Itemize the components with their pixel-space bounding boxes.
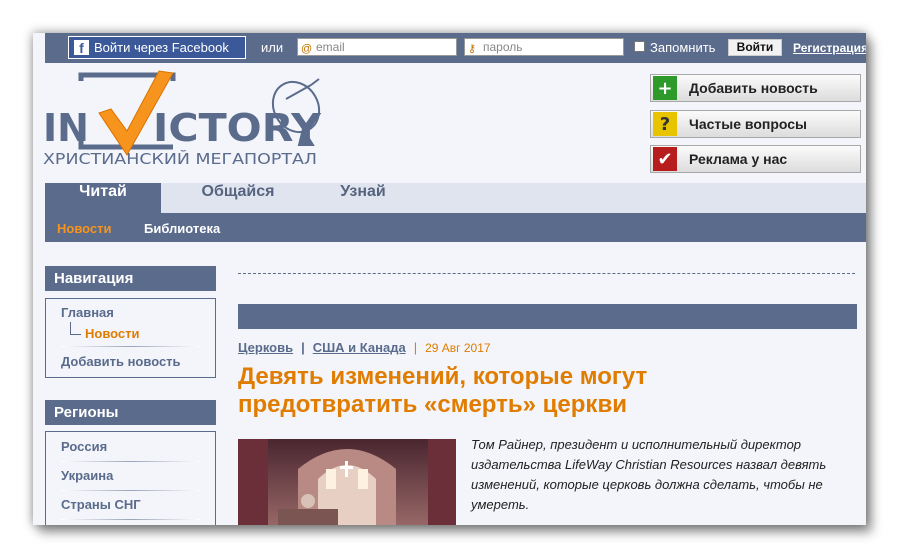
plus-icon: + xyxy=(653,76,677,100)
add-news-label: Добавить новость xyxy=(689,80,818,96)
article-photo[interactable] xyxy=(238,439,456,525)
logo-wordmark-right: ICTORY xyxy=(153,106,322,150)
regions-box: Россия Украина Страны СНГ xyxy=(45,431,216,525)
faq-button[interactable]: ? Частые вопросы xyxy=(650,110,861,138)
region-item-ukraine[interactable]: Украина xyxy=(61,468,113,483)
checkmark-icon: ✔ xyxy=(653,147,677,171)
remember-checkbox[interactable] xyxy=(634,41,645,52)
subnav-library[interactable]: Библиотека xyxy=(144,221,220,236)
at-icon: @ xyxy=(301,43,313,55)
category-link[interactable]: Церковь xyxy=(238,340,293,355)
invictory-logo[interactable]: IN ICTORY ХРИСТИАНСКИЙ МЕГАПОРТАЛ xyxy=(41,67,331,179)
meta-separator: | xyxy=(301,340,305,355)
subnav-news[interactable]: Новости xyxy=(57,221,112,236)
divider xyxy=(61,346,201,347)
login-bar: f Войти через Facebook или @ email ⚷ пар… xyxy=(45,33,866,63)
divider xyxy=(61,461,201,462)
tab-learn[interactable]: Узнай xyxy=(321,183,405,213)
dashed-divider xyxy=(238,273,855,274)
email-placeholder: email xyxy=(316,40,345,54)
region-item-russia[interactable]: Россия xyxy=(61,439,107,454)
region-link[interactable]: США и Канада xyxy=(313,340,406,355)
key-icon: ⚷ xyxy=(468,43,477,55)
browser-viewport: f Войти через Facebook или @ email ⚷ пар… xyxy=(33,33,866,525)
article-lead: Том Райнер, президент и исполнительный д… xyxy=(471,437,827,512)
tab-communicate[interactable]: Общайся xyxy=(185,183,291,213)
email-input[interactable]: @ email xyxy=(297,38,457,56)
question-icon: ? xyxy=(653,112,677,136)
register-link[interactable]: Регистрация xyxy=(793,41,866,55)
faq-label: Частые вопросы xyxy=(689,116,807,132)
ads-button[interactable]: ✔ Реклама у нас xyxy=(650,145,861,173)
article-meta: Церковь | США и Канада | 29 Авг 2017 xyxy=(238,340,491,355)
tab-read[interactable]: Читай xyxy=(45,183,161,213)
sub-nav: Новости Библиотека xyxy=(45,213,866,242)
regions-heading: Регионы xyxy=(45,400,216,425)
meta-separator: | xyxy=(413,340,418,355)
facebook-icon: f xyxy=(74,40,89,55)
nav-item-add-news[interactable]: Добавить новость xyxy=(61,354,181,369)
divider xyxy=(61,490,201,491)
or-label: или xyxy=(261,40,284,55)
nav-item-home[interactable]: Главная xyxy=(61,305,114,320)
nav-item-news[interactable]: Новости xyxy=(85,326,140,341)
navigation-heading: Навигация xyxy=(45,266,216,291)
login-button[interactable]: Войти xyxy=(728,39,782,56)
logo-tagline: ХРИСТИАНСКИЙ МЕГАПОРТАЛ xyxy=(43,149,317,168)
section-bar xyxy=(238,304,857,329)
ads-label: Реклама у нас xyxy=(689,151,788,167)
tree-connector xyxy=(70,322,81,335)
divider xyxy=(61,519,201,520)
facebook-login-button[interactable]: f Войти через Facebook xyxy=(68,36,246,59)
article-headline[interactable]: Девять изменений, которые могут предотвр… xyxy=(238,363,798,419)
article-date: 29 Авг 2017 xyxy=(425,341,491,355)
remember-label: Запомнить xyxy=(650,40,716,55)
facebook-login-label: Войти через Facebook xyxy=(94,40,229,55)
password-input[interactable]: ⚷ пароль xyxy=(464,38,624,56)
navigation-box: Главная Новости Добавить новость xyxy=(45,298,216,378)
password-placeholder: пароль xyxy=(483,40,523,54)
region-item-cis[interactable]: Страны СНГ xyxy=(61,497,141,512)
logo-wordmark-left: IN xyxy=(43,106,89,150)
add-news-button[interactable]: + Добавить новость xyxy=(650,74,861,102)
main-nav: Читай Общайся Узнай xyxy=(45,183,866,213)
